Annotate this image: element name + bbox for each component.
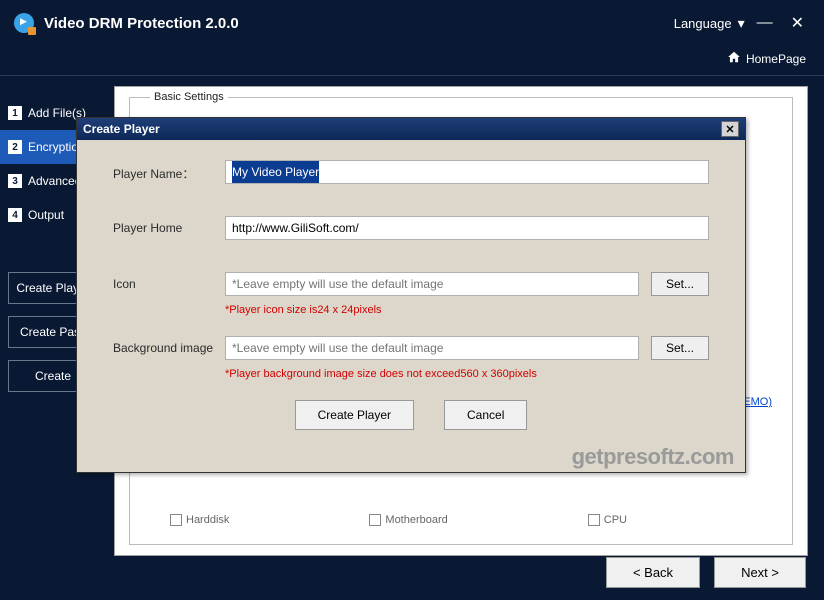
- home-icon: [727, 50, 741, 67]
- step-number: 3: [8, 174, 22, 188]
- player-name-input[interactable]: My Video Player: [225, 160, 709, 184]
- app-icon: [14, 13, 34, 33]
- cancel-button[interactable]: Cancel: [444, 400, 527, 430]
- back-button[interactable]: < Back: [606, 557, 700, 588]
- next-button[interactable]: Next >: [714, 557, 806, 588]
- close-window-button[interactable]: ✕: [785, 13, 810, 33]
- create-player-dialog: Create Player ✕ Player Name： My Video Pl…: [76, 117, 746, 473]
- bg-hint: *Player background image size does not e…: [225, 368, 709, 380]
- bg-image-input[interactable]: [225, 336, 639, 360]
- homepage-link[interactable]: HomePage: [0, 46, 824, 76]
- checkbox-icon: [588, 514, 600, 526]
- step-number: 2: [8, 140, 22, 154]
- homepage-label: HomePage: [746, 52, 806, 66]
- step-label: Output: [28, 208, 64, 222]
- basic-settings-label: Basic Settings: [150, 91, 228, 103]
- icon-hint: *Player icon size is24 x 24pixels: [225, 304, 709, 316]
- language-dropdown-icon[interactable]: ▾: [738, 15, 745, 32]
- icon-label: Icon: [113, 272, 225, 291]
- create-player-button[interactable]: Create Player: [295, 400, 414, 430]
- step-number: 1: [8, 106, 22, 120]
- step-label: Advanced: [28, 174, 81, 188]
- player-home-input[interactable]: [225, 216, 709, 240]
- player-home-label: Player Home: [113, 216, 225, 235]
- dialog-close-button[interactable]: ✕: [721, 121, 739, 137]
- footer-nav: < Back Next >: [606, 557, 806, 588]
- bg-set-button[interactable]: Set...: [651, 336, 709, 360]
- checkbox-icon: [369, 514, 381, 526]
- bg-image-label: Background image: [113, 336, 225, 355]
- icon-set-button[interactable]: Set...: [651, 272, 709, 296]
- language-label[interactable]: Language: [674, 16, 732, 31]
- player-name-label: Player Name：: [113, 160, 225, 182]
- checkbox-icon: [170, 514, 182, 526]
- icon-input[interactable]: [225, 272, 639, 296]
- app-header: Video DRM Protection 2.0.0 Language ▾ — …: [0, 0, 824, 46]
- dialog-title: Create Player: [83, 122, 160, 136]
- cpu-checkbox[interactable]: CPU: [588, 514, 627, 526]
- minimize-button[interactable]: —: [751, 14, 779, 32]
- motherboard-checkbox[interactable]: Motherboard: [369, 514, 447, 526]
- step-number: 4: [8, 208, 22, 222]
- app-title: Video DRM Protection 2.0.0: [44, 15, 239, 32]
- harddisk-checkbox[interactable]: Harddisk: [170, 514, 229, 526]
